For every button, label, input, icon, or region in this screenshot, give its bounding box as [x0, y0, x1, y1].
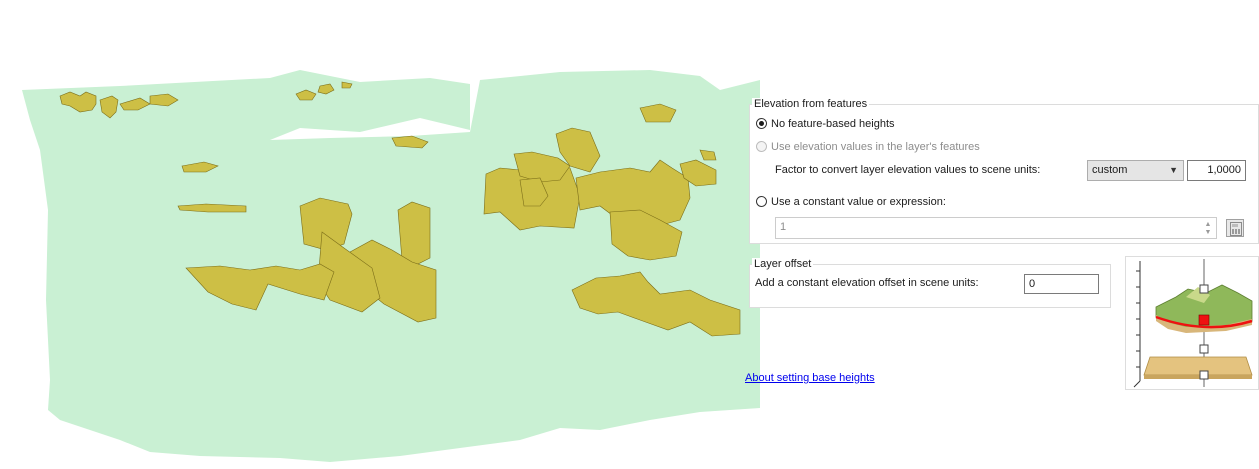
spin-down-icon[interactable]: ▼	[1203, 229, 1213, 236]
use-elevation-values-label[interactable]: Use elevation values in the layer's feat…	[771, 141, 980, 153]
layer-offset-title: Layer offset	[752, 258, 814, 270]
use-elevation-values-radio[interactable]	[756, 141, 767, 152]
constant-expression-input[interactable]: 1	[775, 217, 1217, 239]
factor-value-input[interactable]: 1,0000	[1187, 160, 1246, 181]
base-heights-diagram-icon	[1133, 259, 1253, 388]
spin-up-icon[interactable]: ▲	[1203, 221, 1213, 228]
offset-value-input[interactable]: 0	[1024, 274, 1099, 294]
about-base-heights-link[interactable]: About setting base heights	[745, 372, 875, 384]
offset-label: Add a constant elevation offset in scene…	[755, 277, 979, 289]
no-heights-label[interactable]: No feature-based heights	[771, 118, 895, 130]
factor-label: Factor to convert layer elevation values…	[775, 164, 1041, 176]
no-heights-radio[interactable]	[756, 118, 767, 129]
elevation-group-title: Elevation from features	[752, 98, 870, 110]
factor-unit-select[interactable]: custom ▼	[1087, 160, 1184, 181]
scene-view-3d[interactable]	[0, 0, 760, 469]
expression-builder-button[interactable]	[1226, 219, 1244, 237]
constant-value-label[interactable]: Use a constant value or expression:	[771, 196, 946, 208]
chevron-down-icon: ▼	[1169, 165, 1178, 175]
constant-value-radio[interactable]	[756, 196, 767, 207]
base-heights-window: Elevation from features No feature-based…	[0, 0, 1259, 469]
base-heights-diagram	[1125, 256, 1259, 390]
factor-unit-value: custom	[1092, 164, 1128, 176]
